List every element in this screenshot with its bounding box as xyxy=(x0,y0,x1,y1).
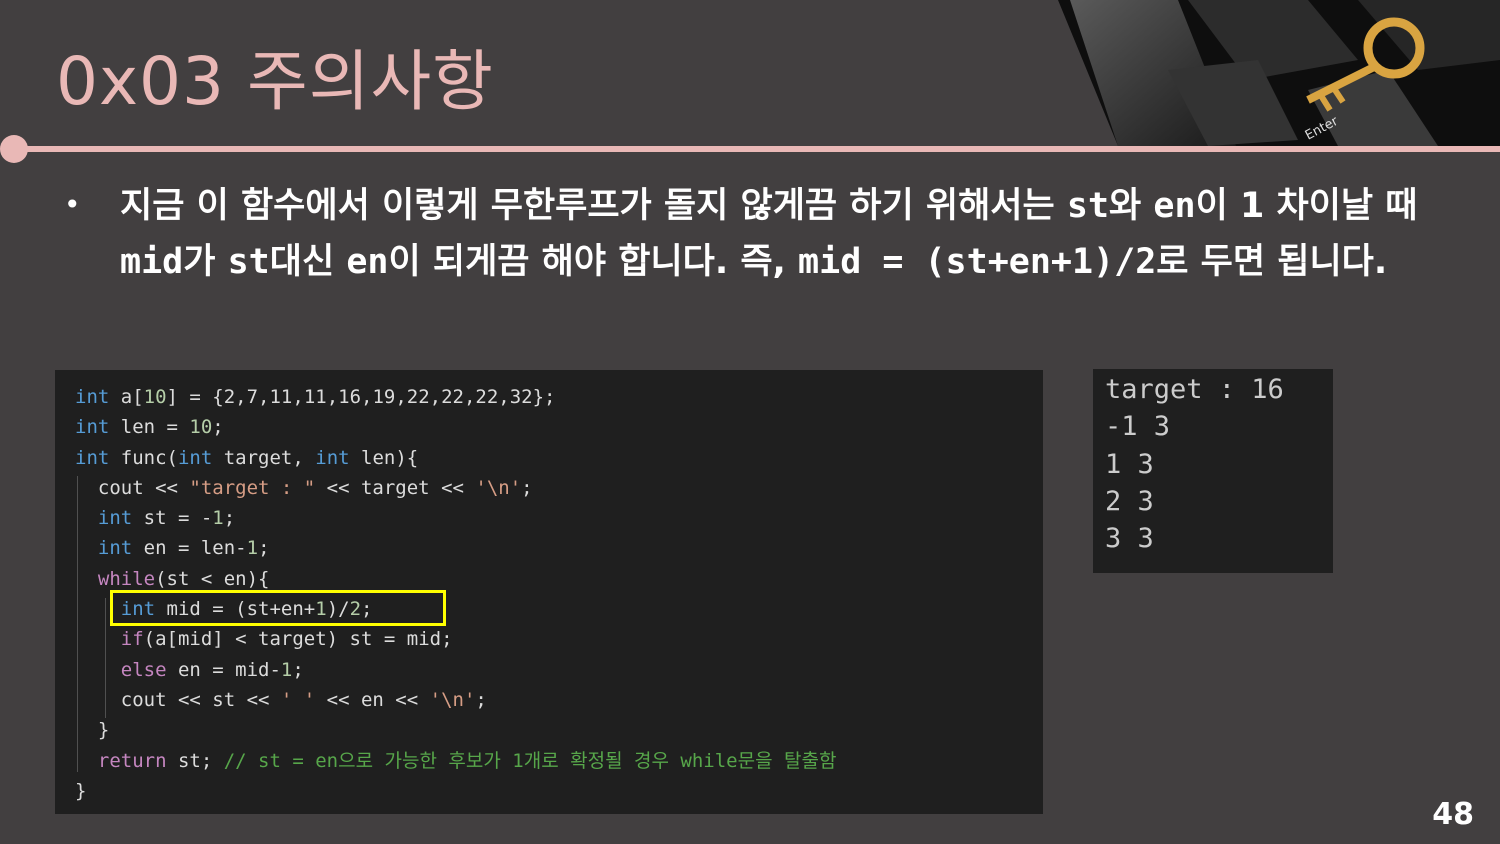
code-line: return st; // st = en으로 가능한 후보가 1개로 확정될 … xyxy=(97,749,837,772)
code-line: cout << "target : " << target << '\n'; xyxy=(75,476,533,499)
page-number: 48 xyxy=(1432,797,1474,832)
output-line: target : 16 xyxy=(1105,374,1284,405)
code-line: int st = -1; xyxy=(97,507,236,530)
console-output: target : 16 -1 3 1 3 2 3 3 3 xyxy=(1093,369,1333,573)
highlight-box xyxy=(110,590,446,626)
output-line: 2 3 xyxy=(1105,485,1154,517)
code-line: int func(int target, int len){ xyxy=(75,446,419,469)
output-line: 1 3 xyxy=(1105,448,1154,480)
bullet-text: 지금 이 함수에서 이렇게 무한루프가 돌지 않게끔 하기 위해서는 st와 e… xyxy=(120,186,1418,282)
code-line: cout << st << ' ' << en << '\n'; xyxy=(75,688,487,711)
code-line: if(a[mid] < target) st = mid; xyxy=(120,628,453,651)
output-line: 3 3 xyxy=(1105,523,1154,555)
code-line: int a[10] = {2,7,11,11,16,19,22,22,22,32… xyxy=(75,386,556,408)
code-line: } xyxy=(75,779,87,802)
code-line: int en = len-1; xyxy=(97,537,270,560)
code-line: int len = 10; xyxy=(75,416,224,439)
bullet-marker: • xyxy=(64,188,81,221)
header-decoration-image: Enter xyxy=(1058,0,1500,146)
code-line: else en = mid-1; xyxy=(120,658,304,681)
slide-title: 0x03 주의사항 xyxy=(56,43,494,120)
output-line: -1 3 xyxy=(1105,411,1171,443)
code-line: } xyxy=(75,719,110,742)
header-divider xyxy=(12,146,1500,152)
header-divider-dot xyxy=(0,135,28,163)
